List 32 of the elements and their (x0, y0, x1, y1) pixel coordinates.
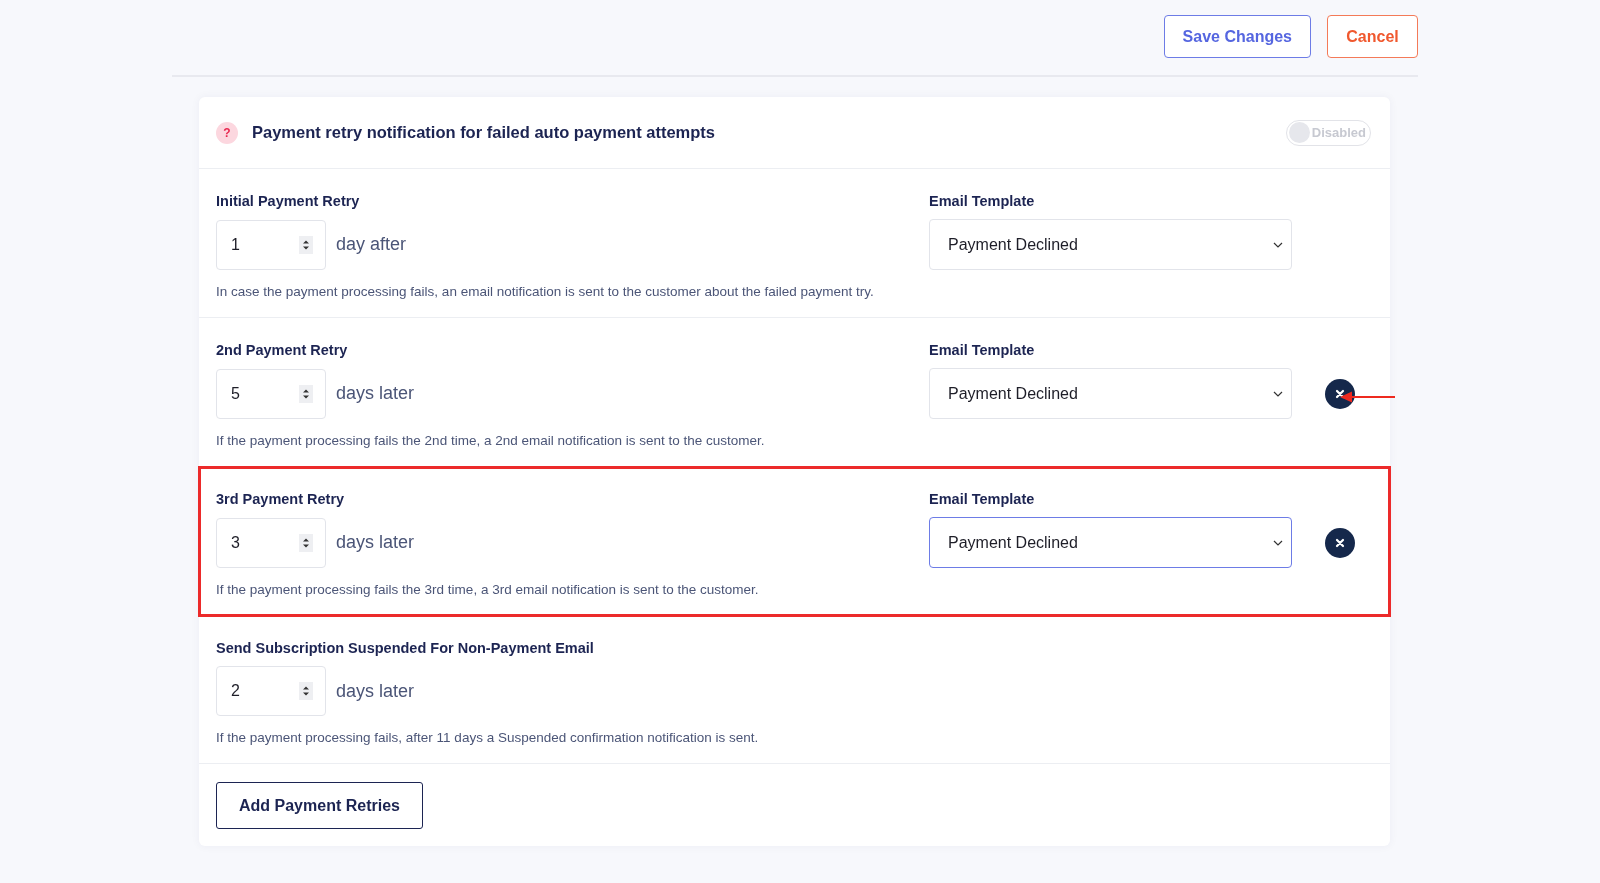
field-label: Email Template (929, 491, 1036, 507)
remove-button[interactable] (1325, 527, 1355, 558)
number-field[interactable]: 1 (216, 219, 326, 270)
remove-button[interactable] (1325, 378, 1355, 409)
help-text: If the payment processing fails the 2nd time, a 2nd email notification is sent to the customer. (216, 433, 766, 448)
unit-label: day after (336, 234, 407, 255)
help-text: In case the payment processing fails, an email notification is sent to the customer about the failed payment try. (216, 284, 875, 299)
chevron-down-icon (1273, 390, 1283, 397)
field-label: Send Subscription Suspended For Non-Payment Email (216, 640, 595, 656)
number-field[interactable]: 5 (216, 368, 326, 419)
close-icon (1335, 537, 1345, 548)
template-dropdown[interactable]: Payment Declined (929, 368, 1292, 419)
field-label: 3rd Payment Retry (216, 491, 346, 507)
template-dropdown[interactable]: Payment Declined (929, 219, 1292, 270)
unit-label: days later (336, 680, 415, 702)
template-dropdown[interactable]: Payment Declined (929, 517, 1292, 568)
number-field[interactable]: 2 (216, 666, 326, 716)
chevron-down-icon (1273, 241, 1283, 248)
field-label: Initial Payment Retry (216, 193, 361, 209)
help-text: If the payment processing fails, after 11 days a Suspended confirmation notification is sent. (216, 730, 760, 745)
card-title: Payment retry notification for failed auto payment attempts (252, 123, 716, 142)
close-icon (1335, 388, 1345, 399)
chevron-down-icon (1273, 539, 1283, 546)
field-label: Email Template (929, 193, 1036, 209)
help-text: If the payment processing fails the 3rd time, a 3rd email notification is sent to the customer. (216, 582, 760, 597)
field-label: 2nd Payment Retry (216, 342, 349, 358)
add-retries-button[interactable]: Add Payment Retries (216, 782, 423, 829)
field-label: Email Template (929, 342, 1036, 358)
unit-label: days later (336, 532, 415, 553)
number-field[interactable]: 3 (216, 517, 326, 568)
unit-label: days later (336, 383, 415, 404)
save-button[interactable]: Save Changes (1163, 15, 1311, 58)
